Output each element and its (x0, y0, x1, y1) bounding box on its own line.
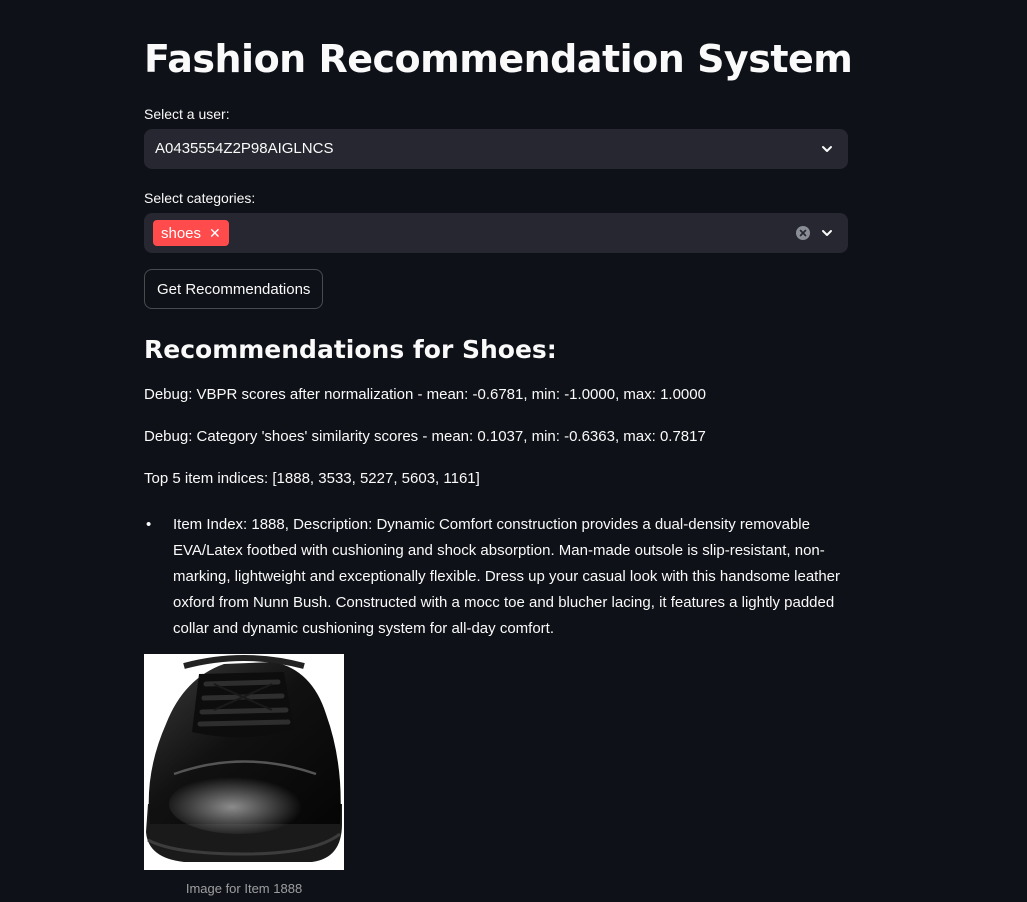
clear-all-icon[interactable] (795, 225, 811, 241)
chevron-down-icon[interactable] (820, 226, 834, 240)
top-indices-text: Top 5 item indices: [1888, 3533, 5227, 5… (144, 470, 480, 487)
category-tag-label: shoes (161, 224, 202, 242)
category-tag-shoes: shoes ✕ (153, 220, 229, 246)
debug-vbpr-text: Debug: VBPR scores after normalization -… (144, 386, 706, 403)
get-recommendations-button[interactable]: Get Recommendations (144, 269, 324, 309)
recommendation-list: • Item Index: 1888, Description: Dynamic… (144, 512, 848, 642)
category-select-label: Select categories: (144, 190, 256, 206)
user-select[interactable]: A0435554Z2P98AIGLNCS (144, 129, 848, 169)
user-select-value: A0435554Z2P98AIGLNCS (155, 140, 334, 157)
item-description: Item Index: 1888, Description: Dynamic C… (173, 516, 841, 637)
item-image (144, 654, 344, 870)
image-caption: Image for Item 1888 (185, 881, 303, 896)
shoe-image (146, 655, 342, 862)
chevron-down-icon[interactable] (820, 142, 834, 156)
remove-tag-icon[interactable]: ✕ (209, 226, 221, 240)
list-item: • Item Index: 1888, Description: Dynamic… (144, 512, 848, 642)
category-multiselect[interactable]: shoes ✕ (144, 213, 848, 253)
recommendations-heading: Recommendations for Shoes: (144, 335, 557, 364)
user-select-label: Select a user: (144, 106, 230, 122)
bullet-icon: • (146, 516, 152, 533)
page-title: Fashion Recommendation System (144, 37, 853, 81)
debug-category-text: Debug: Category 'shoes' similarity score… (144, 428, 706, 445)
